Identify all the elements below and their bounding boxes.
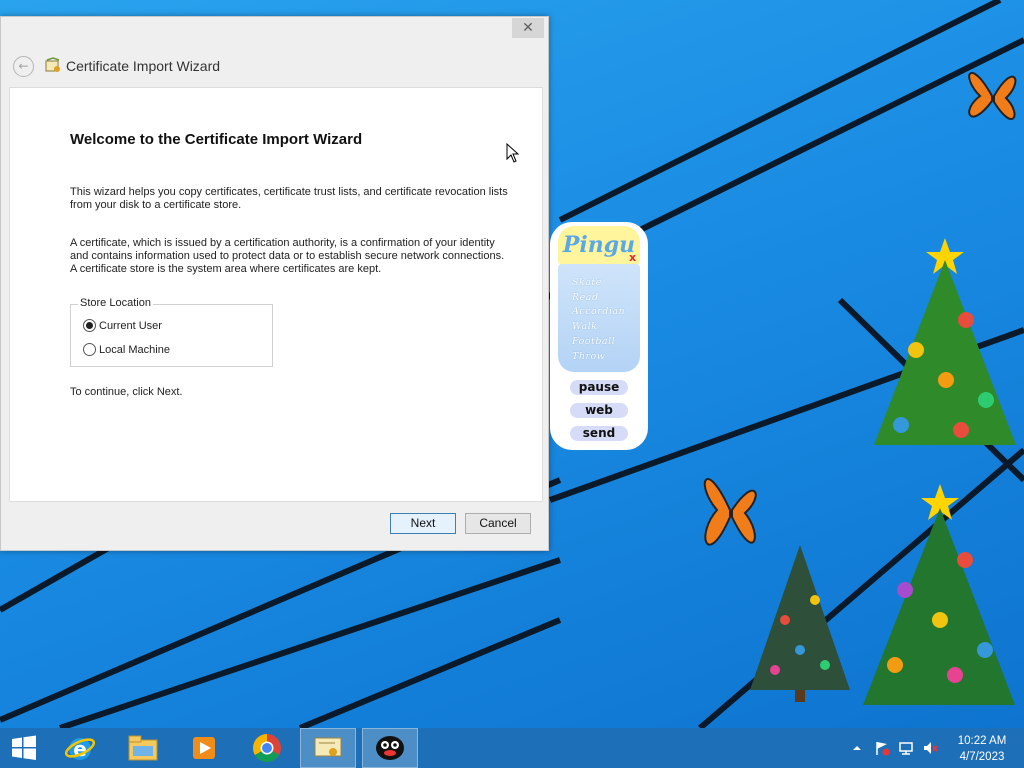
pingu-action-menu: Skate Read Accordian Walk Football Throw xyxy=(558,264,640,372)
media-player-icon xyxy=(193,737,215,759)
certificate-icon xyxy=(314,737,342,757)
pingu-logo: Pingu xyxy=(558,226,640,266)
certificate-import-wizard-window: ✕ ← Certificate Import Wizard Welcome to… xyxy=(0,16,549,551)
pingu-pause-button[interactable]: pause xyxy=(570,380,628,395)
clock[interactable]: 10:22 AM 4/7/2023 xyxy=(952,733,1012,765)
pingu-web-button[interactable]: web xyxy=(570,403,628,418)
action-center-flag-icon[interactable] xyxy=(874,740,890,756)
christmas-tree-decoration xyxy=(874,238,1016,445)
internet-explorer-icon: e xyxy=(64,737,96,761)
pingu-menu-item[interactable]: Football xyxy=(572,335,640,350)
back-button[interactable]: ← xyxy=(13,56,34,77)
radio-local-machine[interactable]: Local Machine xyxy=(83,343,170,356)
radio-button[interactable] xyxy=(83,343,96,356)
pingu-menu-item[interactable]: Skate xyxy=(572,276,640,291)
intro-paragraph: This wizard helps you copy certificates,… xyxy=(70,186,508,211)
pingu-menu-item[interactable]: Accordian xyxy=(572,305,640,320)
description-paragraph: A certificate, which is issued by a cert… xyxy=(70,237,505,275)
windows-logo-icon xyxy=(12,735,36,760)
pingu-icon xyxy=(376,736,404,760)
taskbar: e 10:22 AM 4/7/2023 xyxy=(0,728,1024,768)
pingu-menu-item[interactable]: Read xyxy=(572,291,640,306)
mouse-cursor-icon xyxy=(506,143,520,163)
taskbar-media-player[interactable] xyxy=(176,728,232,768)
butterfly-decoration xyxy=(968,71,1017,121)
radio-button-selected[interactable] xyxy=(83,319,96,332)
pingu-menu-item[interactable]: Walk xyxy=(572,320,640,335)
system-tray xyxy=(850,728,938,768)
volume-muted-icon[interactable] xyxy=(922,740,938,756)
taskbar-chrome[interactable] xyxy=(239,728,295,768)
christmas-tree-decoration xyxy=(863,484,1015,705)
store-location-legend: Store Location xyxy=(78,297,153,309)
christmas-tree-decoration xyxy=(750,545,850,702)
file-explorer-icon xyxy=(128,735,158,761)
chrome-icon xyxy=(253,734,281,762)
taskbar-internet-explorer[interactable]: e xyxy=(52,728,108,768)
window-title: Certificate Import Wizard xyxy=(66,58,221,74)
wizard-content-panel: Welcome to the Certificate Import Wizard… xyxy=(9,87,543,502)
pingu-widget: Pingu x Skate Read Accordian Walk Footba… xyxy=(550,222,648,450)
start-button[interactable] xyxy=(0,728,48,768)
next-button[interactable]: Next xyxy=(390,513,456,534)
pingu-send-button[interactable]: send xyxy=(570,426,628,441)
radio-label: Current User xyxy=(99,319,162,332)
taskbar-certificate-wizard[interactable] xyxy=(300,728,356,768)
close-button[interactable]: ✕ xyxy=(512,18,544,38)
continue-instruction: To continue, click Next. xyxy=(70,386,183,398)
store-location-group: Store Location Current User Local Machin… xyxy=(70,297,273,367)
taskbar-file-explorer[interactable] xyxy=(115,728,171,768)
page-title: Welcome to the Certificate Import Wizard xyxy=(70,131,363,148)
show-hidden-icons-icon[interactable] xyxy=(850,741,864,755)
radio-label: Local Machine xyxy=(99,343,170,356)
cancel-button[interactable]: Cancel xyxy=(465,513,531,534)
pingu-menu-item[interactable]: Throw xyxy=(572,350,640,365)
clock-date: 4/7/2023 xyxy=(959,751,1005,763)
network-icon[interactable] xyxy=(898,740,914,756)
taskbar-pingu[interactable] xyxy=(362,728,418,768)
pingu-close-button[interactable]: x xyxy=(629,252,641,264)
clock-time: 10:22 AM xyxy=(957,735,1007,747)
radio-current-user[interactable]: Current User xyxy=(83,319,162,332)
certificate-wizard-icon xyxy=(45,57,60,72)
